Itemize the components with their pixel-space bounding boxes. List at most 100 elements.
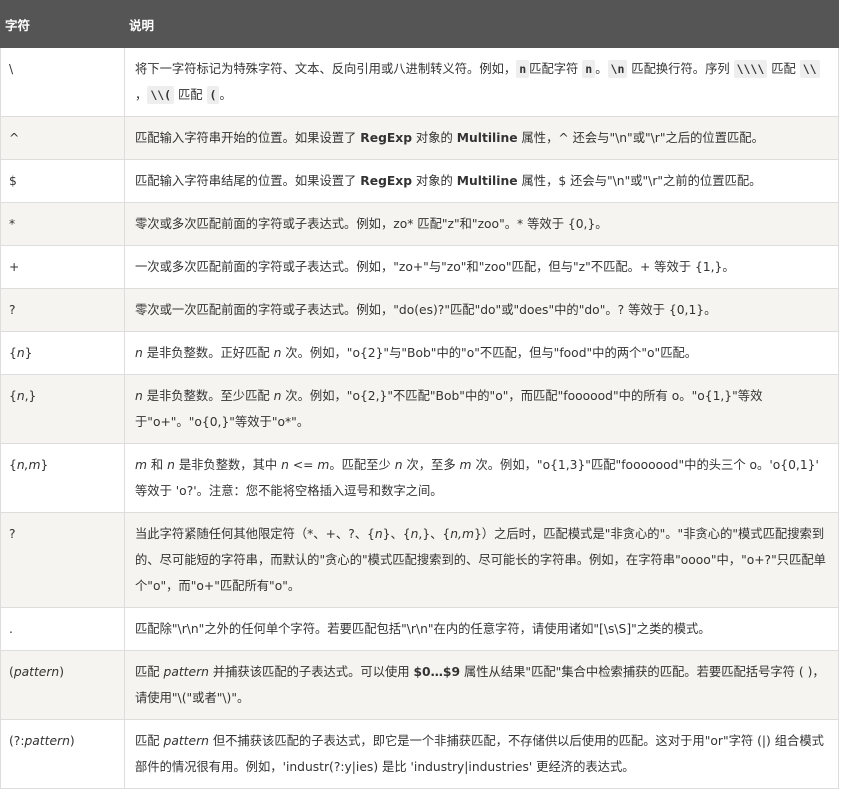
- italic-text: n: [394, 458, 403, 472]
- regex-description-cell: 匹配输入字符串结尾的位置。如果设置了 RegExp 对象的 Multiline …: [124, 159, 839, 203]
- text-fragment: ,}、{: [418, 527, 451, 541]
- text-fragment: 次。例如，"o{2}"与"Bob"中的"o"不匹配，但与"food"中的两个"o…: [281, 346, 698, 360]
- regex-description-cell: n 是非负整数。至少匹配 n 次。例如，"o{2,}"不匹配"Bob"中的"o"…: [124, 374, 839, 444]
- text-fragment: 并捕获该匹配的子表达式。可以使用: [208, 665, 414, 679]
- text-fragment: 是非负整数。正好匹配: [142, 346, 274, 360]
- text-fragment: 但不捕获该匹配的子表达式，即它是一个非捕获匹配，不存储供以后使用的匹配。这对于用…: [135, 734, 824, 774]
- text-fragment: }: [24, 346, 33, 360]
- text-fragment: 次，至多: [402, 458, 460, 472]
- text-fragment: ,}: [24, 389, 37, 403]
- regex-description-cell: m 和 n 是非负整数，其中 n <= m。匹配至少 n 次，至多 m 次。例如…: [124, 443, 839, 513]
- regex-char-cell: ?: [0, 512, 125, 608]
- text-fragment: 匹配输入字符串开始的位置。如果设置了: [135, 131, 361, 145]
- regex-char-cell: +: [0, 245, 125, 289]
- text-fragment: }: [40, 458, 49, 472]
- inline-code: \n: [607, 60, 628, 78]
- text-fragment: 是非负整数。至少匹配: [142, 389, 274, 403]
- text-fragment: $: [9, 174, 17, 188]
- text-fragment: 零次或一次匹配前面的字符或子表达式。例如，"do(es)?"匹配"do"或"do…: [135, 303, 717, 317]
- regex-char-cell: (pattern): [0, 650, 125, 720]
- text-fragment: 匹配: [135, 734, 164, 748]
- text-fragment: 。匹配至少: [329, 458, 395, 472]
- italic-text: m: [135, 458, 147, 472]
- table-row: \ 将下一字符标记为特殊字符、文本、反向引用或八进制转义符。例如， n 匹配字符 n。…: [0, 47, 839, 117]
- table-row: * 零次或多次匹配前面的字符或子表达式。例如，zo* 匹配"z"和"zoo"。* …: [0, 202, 839, 246]
- italic-text: n: [135, 346, 143, 360]
- italic-text: m: [459, 458, 472, 472]
- table-row: ? 当此字符紧随任何其他限定符（*、+、?、{n}、{n,}、{n,m}）之后时，…: [0, 512, 839, 608]
- regex-char-cell: .: [0, 607, 125, 651]
- text-fragment: 匹配: [767, 62, 800, 76]
- text-fragment: ): [69, 734, 75, 748]
- table-row: ^ 匹配输入字符串开始的位置。如果设置了 RegExp 对象的 Multiline…: [0, 116, 839, 160]
- text-fragment: \: [9, 62, 14, 76]
- italic-text: n,m: [16, 458, 41, 472]
- regex-char-cell: {n,m}: [0, 443, 125, 513]
- regex-char-cell: ?: [0, 288, 125, 332]
- inline-code: \\(: [147, 86, 175, 104]
- italic-text: n,m: [450, 527, 474, 541]
- regex-char-cell: {n}: [0, 331, 125, 375]
- table-row: (?:pattern) 匹配 pattern 但不捕获该匹配的子表达式，即它是一个…: [0, 719, 839, 789]
- text-fragment: 和: [146, 458, 168, 472]
- regex-char-cell: \: [0, 47, 125, 117]
- text-fragment: *: [9, 217, 16, 231]
- italic-text: pattern: [13, 665, 60, 679]
- text-fragment: 。: [219, 88, 232, 102]
- regex-description-cell: n 是非负整数。正好匹配 n 次。例如，"o{2}"与"Bob"中的"o"不匹配…: [124, 331, 839, 375]
- text-fragment: 将下一字符标记为特殊字符、文本、反向引用或八进制转义符。例如，: [135, 62, 517, 76]
- text-fragment: <=: [288, 458, 318, 472]
- text-fragment: ): [59, 665, 65, 679]
- text-fragment: 属性，$ 还会与"\n"或"\r"之前的位置匹配。: [517, 174, 762, 188]
- text-fragment: 属性，^ 还会与"\n"或"\r"之后的位置匹配。: [517, 131, 764, 145]
- italic-text: m: [317, 458, 330, 472]
- regex-char-cell: *: [0, 202, 125, 246]
- italic-text: n: [281, 458, 289, 472]
- regex-syntax-table: 字符 说明 \ 将下一字符标记为特殊字符、文本、反向引用或八进制转义符。例如， n 匹…: [0, 0, 839, 789]
- table-row: (pattern) 匹配 pattern 并捕获该匹配的子表达式。可以使用 $0……: [0, 650, 839, 720]
- text-fragment: 零次或多次匹配前面的字符或子表达式。例如，zo* 匹配"z"和"zoo"。* 等…: [135, 217, 608, 231]
- table-row: {n,m} m 和 n 是非负整数，其中 n <= m。匹配至少 n 次，至多 m…: [0, 443, 839, 513]
- italic-text: pattern: [163, 734, 209, 748]
- bold-text: Multiline: [456, 174, 518, 188]
- text-fragment: 匹配输入字符串结尾的位置。如果设置了: [135, 174, 361, 188]
- bold-text: $0…$9: [413, 665, 461, 679]
- italic-text: n: [16, 389, 25, 403]
- column-header-desc: 说明: [124, 0, 839, 48]
- table-row: $ 匹配输入字符串结尾的位置。如果设置了 RegExp 对象的 Multiline…: [0, 159, 839, 203]
- regex-description-cell: 当此字符紧随任何其他限定符（*、+、?、{n}、{n,}、{n,m}）之后时，匹…: [124, 512, 839, 608]
- bold-text: Multiline: [456, 131, 518, 145]
- inline-code: \\\\: [733, 60, 768, 78]
- bold-text: RegExp: [360, 174, 413, 188]
- italic-text: n: [16, 346, 25, 360]
- text-fragment: 当此字符紧随任何其他限定符（*、+、?、{: [135, 527, 375, 541]
- regex-description-cell: 零次或多次匹配前面的字符或子表达式。例如，zo* 匹配"z"和"zoo"。* 等…: [124, 202, 839, 246]
- text-fragment: {: [9, 346, 17, 360]
- italic-text: pattern: [24, 734, 70, 748]
- regex-description-cell: 匹配 pattern 并捕获该匹配的子表达式。可以使用 $0…$9 属性从结果"…: [124, 650, 839, 720]
- regex-description-cell: 匹配 pattern 但不捕获该匹配的子表达式，即它是一个非捕获匹配，不存储供以…: [124, 719, 839, 789]
- text-fragment: 是非负整数，其中: [174, 458, 282, 472]
- text-fragment: 匹配字符: [529, 62, 583, 76]
- text-fragment: 对象的: [412, 131, 457, 145]
- header-row: 字符 说明: [0, 0, 839, 48]
- table-header: 字符 说明: [0, 0, 839, 48]
- italic-text: pattern: [163, 665, 209, 679]
- regex-char-cell: ^: [0, 116, 125, 160]
- table-body: \ 将下一字符标记为特殊字符、文本、反向引用或八进制转义符。例如， n 匹配字符 n。…: [0, 47, 839, 789]
- text-fragment: 匹配: [174, 88, 207, 102]
- italic-text: n: [167, 458, 175, 472]
- text-fragment: ?: [9, 303, 16, 317]
- inline-code: (: [206, 86, 220, 104]
- table-row: . 匹配除"\r\n"之外的任何单个字符。若要匹配包括"\r\n"在内的任意字符，…: [0, 607, 839, 651]
- regex-char-cell: {n,}: [0, 374, 125, 444]
- text-fragment: }、{: [382, 527, 411, 541]
- table-row: {n,} n 是非负整数。至少匹配 n 次。例如，"o{2,}"不匹配"Bob"中…: [0, 374, 839, 444]
- text-fragment: 对象的: [412, 174, 457, 188]
- text-fragment: .: [9, 622, 13, 636]
- text-fragment: ^: [9, 131, 20, 145]
- regex-char-cell: (?:pattern): [0, 719, 125, 789]
- text-fragment: +: [9, 260, 20, 274]
- italic-text: n: [135, 389, 143, 403]
- text-fragment: 匹配除"\r\n"之外的任何单个字符。若要匹配包括"\r\n"在内的任意字符，请…: [135, 622, 711, 636]
